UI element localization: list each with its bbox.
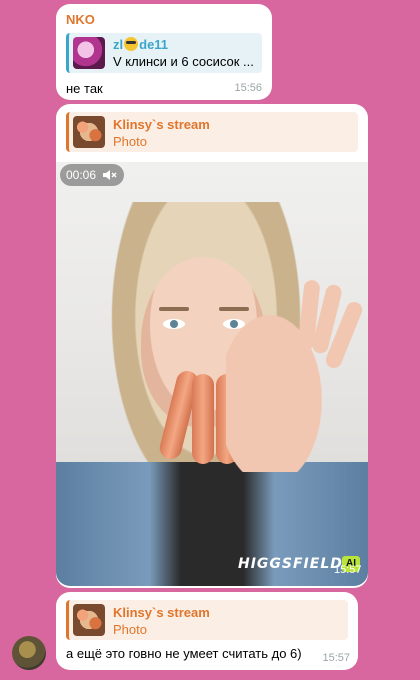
muted-speaker-icon[interactable] <box>102 169 118 181</box>
message-text: а ещё это говно не умеет считать до 6) <box>66 646 302 661</box>
message-bubble-media[interactable]: Klinsy`s stream Photo 00:06 HIGGSFIELD A… <box>56 104 368 588</box>
reply-text: V клинси и 6 сосисок ... <box>113 54 254 69</box>
message-text: не так <box>66 81 103 96</box>
sender-name[interactable]: NKO <box>66 12 262 27</box>
reply-thumbnail <box>73 604 105 636</box>
reply-title: zl de11 <box>113 37 168 52</box>
reply-title: Klinsy`s stream <box>113 605 210 620</box>
reply-preview[interactable]: Klinsy`s stream Photo <box>66 112 358 152</box>
reply-text: Photo <box>113 134 147 149</box>
message-bubble-nko[interactable]: NKO zl de11 V клинси и 6 сосисок ... не т… <box>56 4 272 100</box>
reply-title: Klinsy`s stream <box>113 117 210 132</box>
reply-title-left: zl <box>113 37 124 52</box>
reply-text: Photo <box>113 622 147 637</box>
photo-eye-left <box>163 319 185 329</box>
reply-preview[interactable]: zl de11 V клинси и 6 сосисок ... <box>66 33 262 73</box>
message-time: 15:57 <box>322 652 350 664</box>
reply-thumbnail <box>73 37 105 69</box>
reply-thumbnail <box>73 116 105 148</box>
sender-avatar[interactable] <box>12 636 46 670</box>
sunglasses-emoji-icon <box>124 37 139 51</box>
message-time: 15:57 <box>334 564 362 576</box>
video-player[interactable]: 00:06 HIGGSFIELD AI 15:57 <box>56 162 368 586</box>
video-duration: 00:06 <box>66 168 97 182</box>
photo-sausage <box>192 374 214 464</box>
photo-brow-left <box>159 307 189 311</box>
reply-title-right: de11 <box>139 37 169 52</box>
message-time: 15:56 <box>234 82 262 94</box>
watermark-text: HIGGSFIELD <box>238 556 343 572</box>
message-bubble-reply[interactable]: Klinsy`s stream Photo а ещё это говно не… <box>56 592 358 670</box>
reply-preview[interactable]: Klinsy`s stream Photo <box>66 600 348 640</box>
video-duration-chip[interactable]: 00:06 <box>60 164 125 186</box>
